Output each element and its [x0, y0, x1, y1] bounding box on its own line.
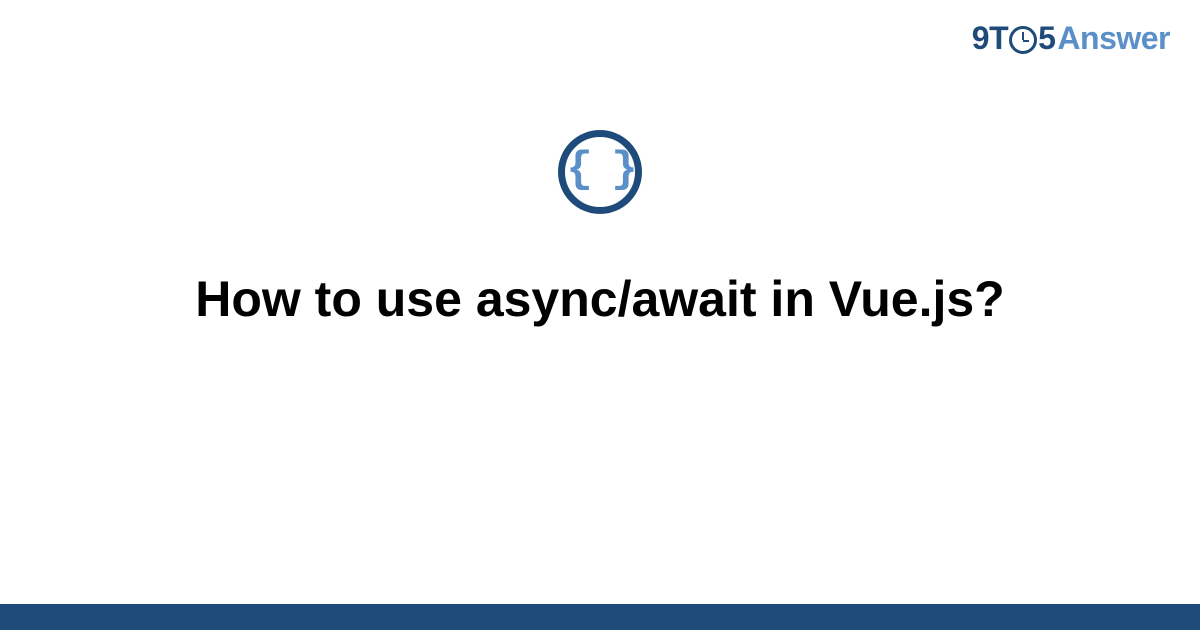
- main-content: { } How to use async/await in Vue.js?: [0, 130, 1200, 329]
- footer-bar: [0, 604, 1200, 630]
- logo-text-answer: Answer: [1057, 20, 1170, 57]
- category-badge: { }: [558, 130, 642, 214]
- logo-text-9t: 9T: [972, 20, 1008, 57]
- logo-text-5: 5: [1038, 20, 1055, 57]
- question-title: How to use async/await in Vue.js?: [155, 269, 1044, 329]
- header: 9T 5 Answer: [972, 20, 1170, 57]
- code-braces-icon: { }: [566, 148, 633, 192]
- site-logo[interactable]: 9T 5 Answer: [972, 20, 1170, 57]
- clock-icon: [1009, 26, 1037, 54]
